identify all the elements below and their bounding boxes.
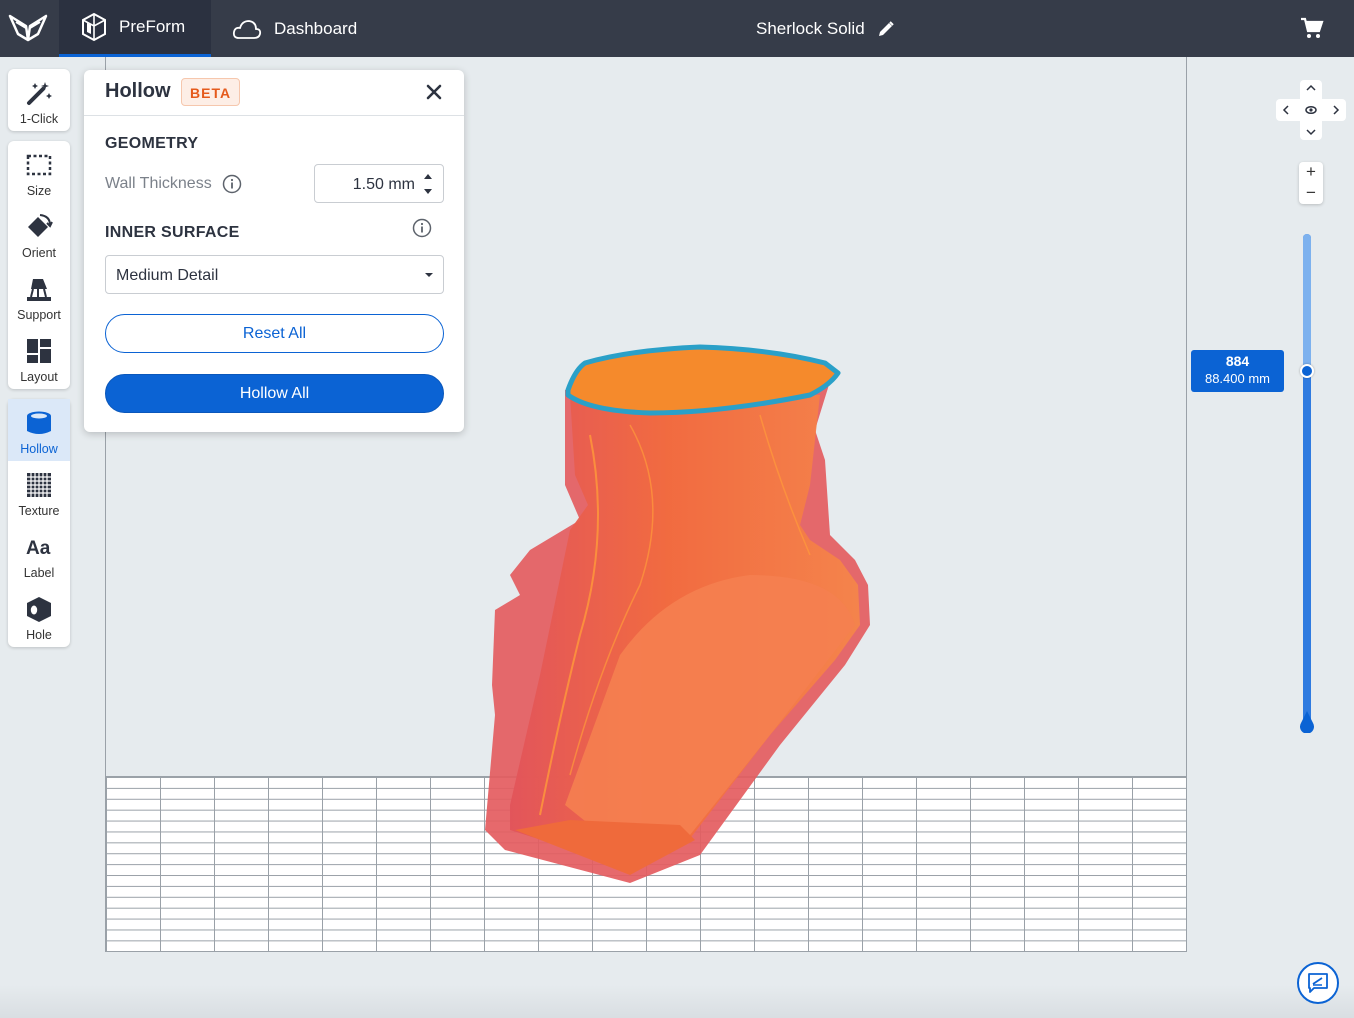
wall-thickness-label: Wall Thickness (105, 174, 242, 194)
cart-icon[interactable] (1300, 16, 1324, 40)
panel-title: Hollow (105, 80, 171, 102)
support-icon (27, 279, 51, 301)
layer-height: 88.400 mm (1204, 371, 1271, 386)
reset-all-button[interactable]: Reset All (105, 314, 444, 353)
tool-size-label: Size (26, 184, 52, 198)
preform-cube-icon (82, 12, 106, 42)
feedback-button[interactable] (1297, 962, 1339, 1004)
tab-dashboard-label: Dashboard (274, 18, 358, 38)
hole-cube-icon (27, 597, 51, 622)
tool-hole[interactable]: Hole (8, 585, 70, 647)
zoom-control: + − (1299, 162, 1323, 204)
hollow-panel-header: Hollow BETA (84, 70, 464, 116)
svg-text:Aa: Aa (26, 538, 51, 559)
tool-one-click-label: 1-Click (19, 112, 59, 126)
label-text-icon: Aa (26, 538, 51, 559)
top-bar: PreForm Dashboard Sherlock Solid (0, 0, 1354, 57)
beta-badge: BETA (181, 78, 241, 106)
tool-hollow-label: Hollow (20, 442, 58, 456)
tab-dashboard[interactable]: Dashboard (230, 0, 357, 57)
tool-hollow[interactable]: Hollow (8, 399, 70, 461)
layout-icon (27, 339, 51, 363)
layer-slider-thumb[interactable] (1300, 364, 1314, 378)
wall-thickness-value[interactable]: 1.50 mm (315, 165, 415, 204)
tool-orient-label: Orient (21, 246, 57, 260)
formlabs-logo-icon[interactable] (8, 12, 48, 44)
hollowed-model[interactable] (470, 335, 890, 895)
info-icon[interactable] (412, 218, 432, 238)
tool-support[interactable]: Support (8, 265, 70, 327)
tool-one-click[interactable]: 1-Click (8, 69, 70, 131)
tool-layout-label: Layout (20, 370, 58, 384)
geometry-heading: GEOMETRY (105, 135, 199, 152)
viewport-floor (0, 985, 1354, 1018)
texture-grid-icon (27, 473, 51, 497)
layer-indicator: 884 88.400 mm (1191, 350, 1284, 392)
chevron-down-icon (425, 273, 433, 277)
close-icon[interactable] (424, 82, 444, 102)
wall-thickness-label-text: Wall Thickness (105, 175, 212, 192)
hollow-panel: Hollow BETA GEOMETRY Wall Thickness 1.50… (84, 70, 464, 432)
toolbar-group-autoprep: 1-Click (8, 69, 70, 131)
cloud-icon (232, 19, 262, 39)
tool-label-label: Label (23, 566, 55, 580)
layer-slider-track-upper[interactable] (1303, 234, 1311, 371)
zoom-out-button[interactable]: − (1299, 183, 1323, 204)
tool-hole-label: Hole (26, 628, 52, 642)
hollow-all-button[interactable]: Hollow All (105, 374, 444, 413)
pencil-icon[interactable] (877, 20, 895, 38)
toolbar-group-setup: Size Orient Support Layout (8, 141, 70, 389)
inner-surface-heading: INNER SURFACE (105, 224, 240, 241)
stepper-arrows-icon[interactable] (421, 171, 435, 197)
tool-orient[interactable]: Orient (8, 203, 70, 265)
wall-thickness-stepper[interactable]: 1.50 mm (314, 164, 444, 203)
inner-surface-select[interactable]: Medium Detail (105, 255, 444, 294)
tab-preform[interactable]: PreForm (59, 0, 211, 57)
tab-preform-label: PreForm (119, 17, 186, 36)
tool-label[interactable]: Aa Label (8, 523, 70, 585)
tool-texture[interactable]: Texture (8, 461, 70, 523)
tool-support-label: Support (17, 308, 61, 322)
feedback-icon (1308, 973, 1328, 993)
camera-nav-pad[interactable] (1276, 80, 1346, 140)
layer-slider-bottom-handle[interactable] (1299, 711, 1315, 733)
layer-number: 884 (1225, 353, 1250, 369)
zoom-in-button[interactable]: + (1299, 162, 1323, 183)
magic-wand-icon (27, 82, 52, 105)
orient-icon (28, 214, 53, 237)
hollow-cylinder-icon (27, 411, 51, 434)
tool-texture-label: Texture (18, 504, 60, 518)
tool-size[interactable]: Size (8, 141, 70, 203)
inner-surface-value: Medium Detail (116, 267, 219, 284)
toolbar-group-modify: Hollow Texture Aa Label Hole (8, 399, 70, 647)
document-title-text: Sherlock Solid (756, 18, 865, 38)
info-icon[interactable] (222, 174, 242, 194)
document-title[interactable]: Sherlock Solid (756, 0, 895, 57)
size-icon (26, 154, 52, 176)
tool-layout[interactable]: Layout (8, 327, 70, 389)
